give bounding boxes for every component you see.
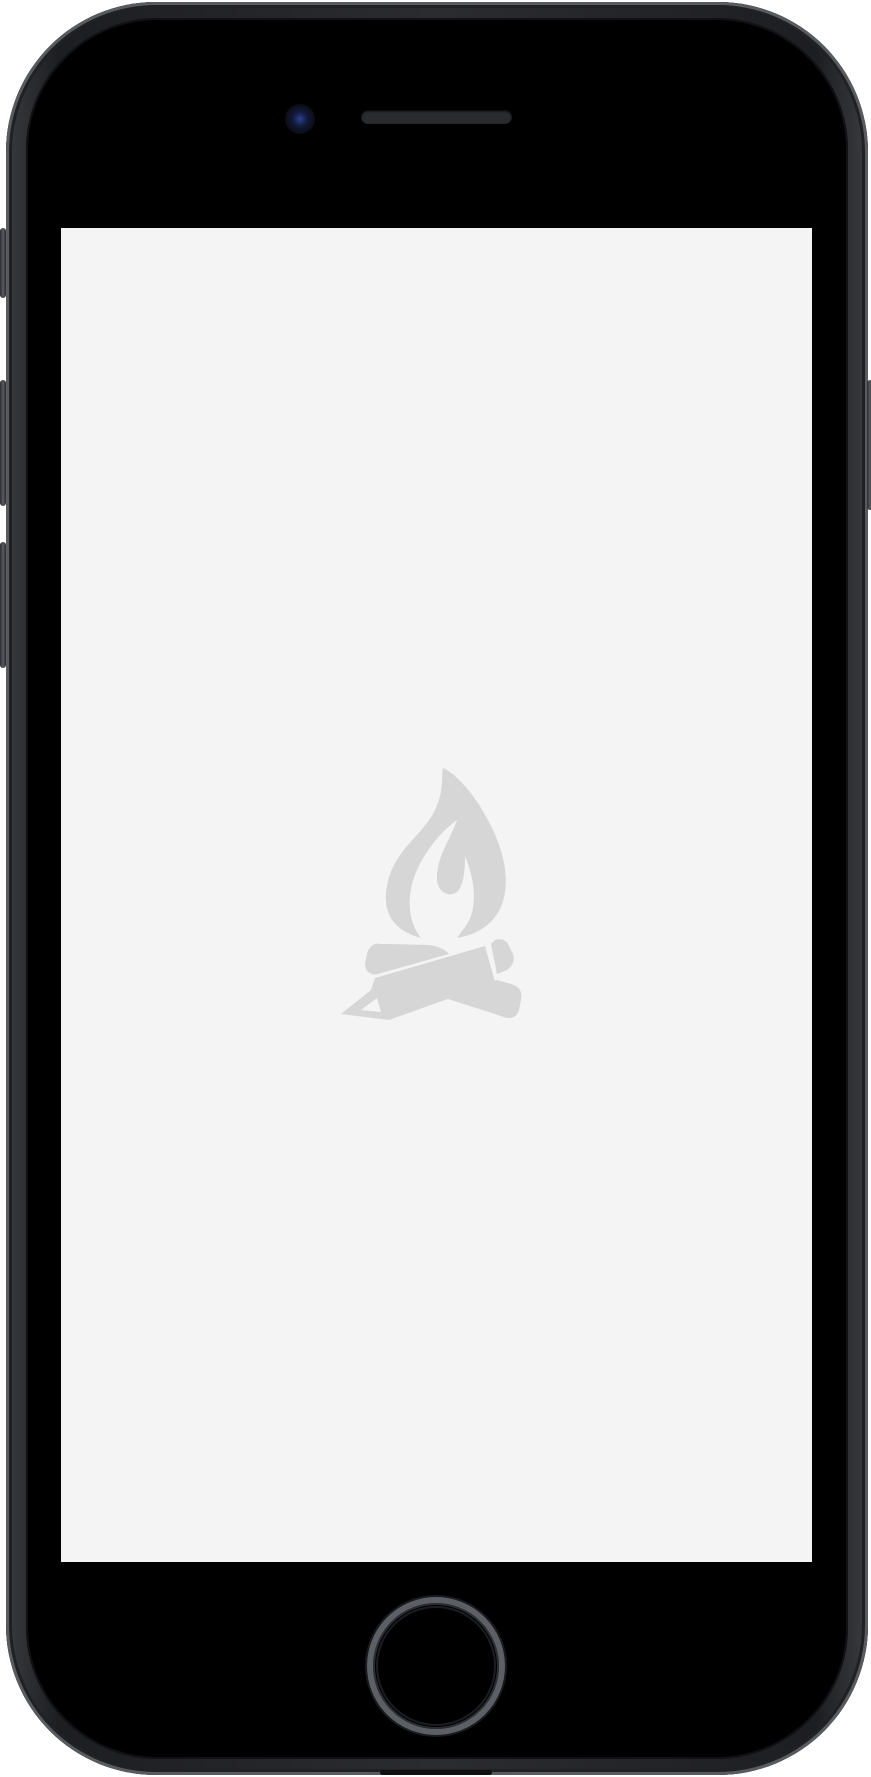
mute-switch[interactable] — [0, 228, 6, 298]
lightning-port — [380, 1770, 492, 1775]
volume-up-button[interactable] — [0, 380, 6, 506]
power-button[interactable] — [867, 380, 871, 510]
home-button[interactable] — [367, 1597, 505, 1735]
earpiece-speaker — [361, 110, 512, 124]
device-mockup — [0, 0, 871, 1777]
front-camera — [285, 104, 315, 134]
campfire-icon — [341, 768, 522, 1020]
app-screen — [61, 228, 812, 1562]
volume-down-button[interactable] — [0, 542, 6, 668]
